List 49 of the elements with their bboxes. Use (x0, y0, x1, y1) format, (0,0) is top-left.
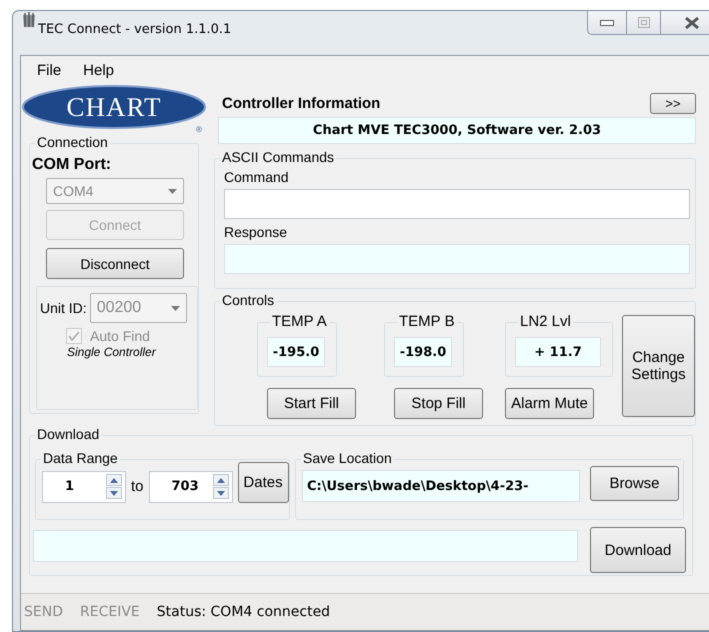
readout-value: -195.0 (267, 337, 325, 367)
minimize-button[interactable] (587, 11, 627, 35)
group-label: ASCII Commands (222, 149, 334, 166)
action-button[interactable]: Alarm Mute (505, 388, 594, 419)
action-button[interactable]: Stop Fill (394, 388, 483, 419)
spin-down-icon[interactable] (212, 487, 229, 499)
mode-note: Single Controller (67, 345, 158, 359)
unit-id-label: Unit ID: (40, 300, 87, 316)
expand-button[interactable]: >> (650, 92, 696, 114)
group-label: Save Location (303, 450, 392, 467)
app-icon (20, 11, 38, 29)
dropdown-arrow-icon (168, 188, 177, 194)
window-title: TEC Connect - version 1.1.0.1 (38, 22, 232, 37)
action-button[interactable]: Start Fill (267, 388, 356, 419)
save-path-field[interactable]: C:\Users\bwade\Desktop\4-23- (302, 470, 580, 502)
group-label: Download (37, 426, 100, 443)
group-label: Data Range (43, 450, 118, 467)
controller-info-field: Chart MVE TEC3000, Software ver. 2.03 (218, 117, 696, 144)
status-text: Status: COM4 connected (156, 604, 330, 620)
minimize-icon (600, 20, 614, 26)
command-field[interactable] (224, 189, 690, 219)
status-indicator: SEND (24, 604, 63, 620)
spin-up-icon[interactable] (212, 474, 229, 486)
disconnect-button[interactable]: Disconnect (46, 248, 184, 279)
status-indicator: RECEIVE (80, 604, 140, 620)
auto-find-label: Auto Find (90, 328, 150, 344)
browse-button[interactable]: Browse (590, 466, 679, 500)
change-settings-button[interactable]: Change Settings (622, 315, 695, 417)
dates-button[interactable]: Dates (238, 462, 289, 503)
range-from-field[interactable]: 1 (42, 470, 126, 502)
menu-item[interactable]: File (35, 60, 64, 80)
spin-up-icon[interactable] (106, 474, 122, 486)
com-port-label: COM Port: (32, 156, 112, 174)
readout-value: + 11.7 (515, 337, 601, 367)
range-to-field[interactable]: 703 (148, 470, 233, 502)
response-label: Response (224, 224, 288, 240)
group-label: Controls (222, 292, 274, 309)
menu-item[interactable]: Help (81, 60, 116, 80)
group-label: Connection (37, 134, 108, 151)
dropdown-arrow-icon (170, 306, 180, 310)
readout-value: -198.0 (394, 337, 452, 367)
range-to-label: to (131, 478, 144, 495)
close-button[interactable] (661, 11, 709, 35)
command-label: Command (224, 169, 290, 185)
close-icon (684, 16, 700, 30)
download-button[interactable]: Download (590, 527, 686, 573)
section-title: Controller Information (222, 94, 380, 112)
spin-down-icon[interactable] (106, 487, 122, 499)
maximize-icon (638, 17, 650, 28)
